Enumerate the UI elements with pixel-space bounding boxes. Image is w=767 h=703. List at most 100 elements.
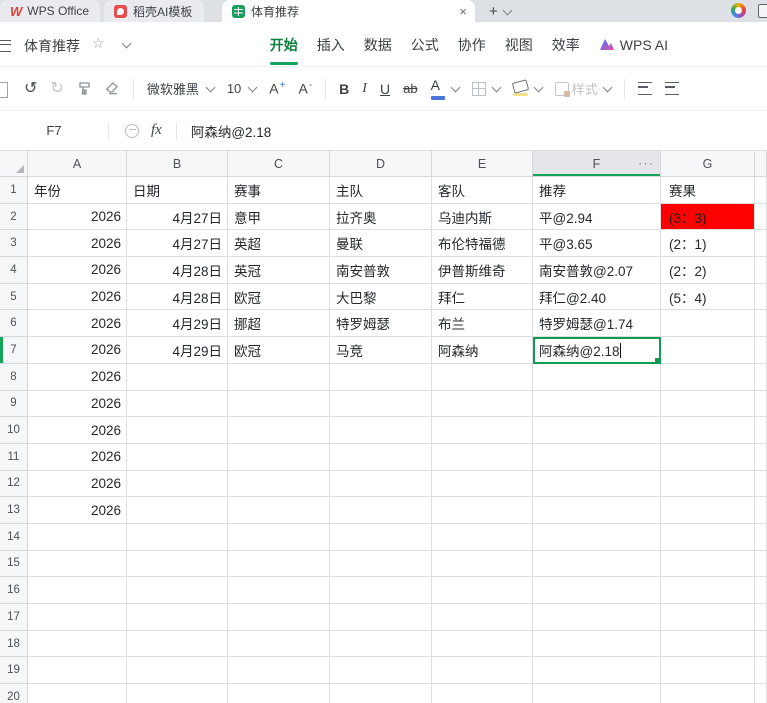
cell-partial[interactable] bbox=[755, 390, 767, 418]
cell-C1[interactable]: 赛事 bbox=[228, 177, 330, 204]
cell-B6[interactable]: 4月29日 bbox=[127, 310, 228, 338]
name-box[interactable]: F7 bbox=[0, 123, 108, 138]
row-header-18[interactable]: 18 bbox=[0, 630, 28, 658]
favorite-star-icon[interactable]: ☆ bbox=[92, 35, 105, 52]
cell-partial[interactable] bbox=[755, 177, 767, 204]
title-chevron-icon[interactable] bbox=[121, 38, 132, 49]
cell-D4[interactable]: 南安普敦 bbox=[330, 257, 432, 284]
menu-efficiency[interactable]: 效率 bbox=[552, 31, 580, 59]
cell-F9[interactable] bbox=[533, 390, 661, 418]
cell-A4[interactable]: 2026 bbox=[28, 257, 127, 284]
cell-D15[interactable] bbox=[330, 550, 432, 578]
cell-G9[interactable] bbox=[661, 390, 755, 418]
row-header-3[interactable]: 3 bbox=[0, 230, 28, 258]
row-header-9[interactable]: 9 bbox=[0, 390, 28, 418]
cell-E3[interactable]: 布伦特福德 bbox=[432, 230, 533, 258]
cell-A8[interactable]: 2026 bbox=[28, 363, 127, 391]
cell-D14[interactable] bbox=[330, 523, 432, 551]
cell-F6[interactable]: 特罗姆瑟@1.74 bbox=[533, 310, 661, 338]
cell-F16[interactable] bbox=[533, 577, 661, 604]
cell-E17[interactable] bbox=[432, 604, 533, 631]
cell-E8[interactable] bbox=[432, 363, 533, 391]
row-header-1[interactable]: 1 bbox=[0, 177, 28, 204]
cell-E1[interactable]: 客队 bbox=[432, 177, 533, 204]
cell-partial[interactable] bbox=[755, 604, 767, 631]
col-menu-dots-icon[interactable]: ··· bbox=[638, 155, 654, 170]
cell-F13[interactable] bbox=[533, 497, 661, 524]
cell-D8[interactable] bbox=[330, 363, 432, 391]
tab-list-chevron-icon[interactable] bbox=[502, 5, 513, 16]
row-header-4[interactable]: 4 bbox=[0, 257, 28, 284]
cell-E14[interactable] bbox=[432, 523, 533, 551]
cell-G19[interactable] bbox=[661, 657, 755, 685]
cell-A1[interactable]: 年份 bbox=[28, 177, 127, 204]
cell-F14[interactable] bbox=[533, 523, 661, 551]
new-tab-button[interactable]: + bbox=[489, 3, 498, 20]
cell-A2[interactable]: 2026 bbox=[28, 203, 127, 231]
cell-D13[interactable] bbox=[330, 497, 432, 524]
cell-C16[interactable] bbox=[228, 577, 330, 604]
cell-A11[interactable]: 2026 bbox=[28, 443, 127, 471]
italic-button[interactable]: I bbox=[362, 81, 367, 97]
cell-E16[interactable] bbox=[432, 577, 533, 604]
cell-B8[interactable] bbox=[127, 363, 228, 391]
cell-F3[interactable]: 平@3.65 bbox=[533, 230, 661, 258]
bold-button[interactable]: B bbox=[339, 81, 349, 97]
cell-A7[interactable]: 2026 bbox=[28, 337, 127, 364]
row-header-14[interactable]: 14 bbox=[0, 523, 28, 551]
cell-F1[interactable]: 推荐 bbox=[533, 177, 661, 204]
cell-C20[interactable] bbox=[228, 684, 330, 703]
underline-button[interactable]: U bbox=[380, 81, 390, 97]
cell-C13[interactable] bbox=[228, 497, 330, 524]
collapse-formula-icon[interactable] bbox=[125, 123, 139, 138]
cell-partial[interactable] bbox=[755, 230, 767, 258]
cell-partial[interactable] bbox=[755, 684, 767, 703]
cell-G8[interactable] bbox=[661, 363, 755, 391]
insert-function-icon[interactable]: fx bbox=[151, 122, 162, 139]
menu-wps-ai[interactable]: WPS AI bbox=[599, 33, 668, 57]
row-header-2[interactable]: 2 bbox=[0, 203, 28, 231]
undo-icon[interactable]: ↺ bbox=[24, 80, 37, 97]
format-painter-icon[interactable] bbox=[77, 81, 92, 96]
cell-B18[interactable] bbox=[127, 630, 228, 658]
cell-partial[interactable] bbox=[755, 337, 767, 364]
cell-A14[interactable] bbox=[28, 523, 127, 551]
cell-C4[interactable]: 英冠 bbox=[228, 257, 330, 284]
cell-B16[interactable] bbox=[127, 577, 228, 604]
cell-A5[interactable]: 2026 bbox=[28, 283, 127, 311]
cell-F12[interactable] bbox=[533, 470, 661, 498]
cell-D6[interactable]: 特罗姆瑟 bbox=[330, 310, 432, 338]
cell-D2[interactable]: 拉齐奥 bbox=[330, 203, 432, 231]
fill-color-chevron-icon[interactable] bbox=[533, 82, 544, 93]
cell-G12[interactable] bbox=[661, 470, 755, 498]
fill-handle[interactable] bbox=[654, 356, 659, 362]
col-header-B[interactable]: B bbox=[127, 151, 228, 177]
cell-D7[interactable]: 马竞 bbox=[330, 337, 432, 364]
cell-E5[interactable]: 拜仁 bbox=[432, 283, 533, 311]
cell-D16[interactable] bbox=[330, 577, 432, 604]
cell-B17[interactable] bbox=[127, 604, 228, 631]
cell-D20[interactable] bbox=[330, 684, 432, 703]
cell-D3[interactable]: 曼联 bbox=[330, 230, 432, 258]
eraser-icon[interactable] bbox=[105, 81, 120, 96]
cell-B20[interactable] bbox=[127, 684, 228, 703]
user-avatar[interactable] bbox=[731, 3, 746, 18]
menu-insert[interactable]: 插入 bbox=[317, 31, 345, 59]
cell-E11[interactable] bbox=[432, 443, 533, 471]
col-header-partial[interactable] bbox=[755, 151, 767, 177]
cell-G2[interactable]: (3：3) bbox=[661, 203, 755, 231]
cell-partial[interactable] bbox=[755, 257, 767, 284]
cell-partial[interactable] bbox=[755, 283, 767, 311]
cell-B9[interactable] bbox=[127, 390, 228, 418]
col-header-D[interactable]: D bbox=[330, 151, 432, 177]
strikethrough-button[interactable]: ab bbox=[403, 81, 417, 96]
cell-E2[interactable]: 乌迪内斯 bbox=[432, 203, 533, 231]
cell-C3[interactable]: 英超 bbox=[228, 230, 330, 258]
cell-G1[interactable]: 赛果 bbox=[661, 177, 755, 204]
cell-G14[interactable] bbox=[661, 523, 755, 551]
cell-G5[interactable]: (5：4) bbox=[661, 283, 755, 311]
cell-C10[interactable] bbox=[228, 417, 330, 444]
cell-E7[interactable]: 阿森纳 bbox=[432, 337, 533, 364]
cell-E19[interactable] bbox=[432, 657, 533, 685]
cell-B1[interactable]: 日期 bbox=[127, 177, 228, 204]
